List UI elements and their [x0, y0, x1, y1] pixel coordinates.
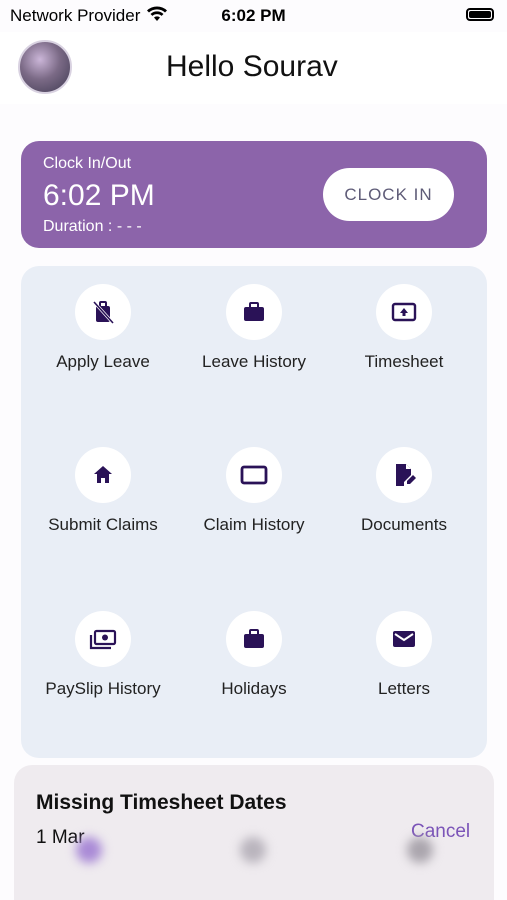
status-bar: Network Provider 6:02 PM: [0, 0, 507, 32]
avatar[interactable]: [18, 40, 72, 94]
luggage-off-icon: [75, 284, 131, 340]
menu-item-claim-history[interactable]: Claim History: [179, 429, 329, 539]
rectangle-icon: [226, 447, 282, 503]
blurred-dot-decoration: [240, 837, 266, 863]
menu-label: PaySlip History: [45, 679, 161, 698]
status-time: 6:02 PM: [221, 6, 286, 25]
briefcase-icon: [226, 611, 282, 667]
money-icon: [75, 611, 131, 667]
clock-card-duration: Duration : - - -: [43, 218, 142, 235]
menu-label: Submit Claims: [48, 515, 158, 534]
header: Hello Sourav: [0, 32, 507, 104]
clock-in-card: Clock In/Out 6:02 PM Duration : - - - CL…: [21, 141, 487, 248]
menu-item-leave-history[interactable]: Leave History: [179, 266, 329, 376]
menu-item-documents[interactable]: Documents: [329, 429, 479, 539]
home-icon: [75, 447, 131, 503]
clock-card-time: 6:02 PM: [43, 179, 155, 212]
clock-in-button[interactable]: CLOCK IN: [323, 168, 454, 221]
upload-box-icon: [376, 284, 432, 340]
blurred-dot-decoration: [76, 837, 102, 863]
menu-label: Letters: [378, 679, 430, 698]
menu-item-holidays[interactable]: Holidays: [179, 593, 329, 703]
mail-icon: [376, 611, 432, 667]
document-edit-icon: [376, 447, 432, 503]
battery-icon: [466, 8, 494, 21]
menu-label: Timesheet: [364, 352, 444, 371]
menu-item-apply-leave[interactable]: Apply Leave: [28, 266, 178, 376]
menu-label: Apply Leave: [56, 352, 150, 371]
menu-label: Claim History: [203, 515, 305, 534]
menu-label: Leave History: [202, 352, 306, 371]
clock-card-label: Clock In/Out: [43, 155, 132, 172]
missing-timesheet-title: Missing Timesheet Dates: [36, 791, 287, 814]
menu-item-timesheet[interactable]: Timesheet: [329, 266, 479, 376]
menu-label: Holidays: [221, 679, 287, 698]
menu-label: Documents: [361, 515, 447, 534]
greeting-title: Hello Sourav: [166, 50, 338, 83]
missing-timesheet-sheet: Missing Timesheet Dates 1 Mar Cancel: [14, 765, 494, 900]
menu-item-letters[interactable]: Letters: [329, 593, 479, 703]
briefcase-icon: [226, 284, 282, 340]
menu-item-submit-claims[interactable]: Submit Claims: [28, 429, 178, 539]
blurred-dot-decoration: [407, 837, 433, 863]
menu-grid: Apply Leave Leave History Timesheet Subm…: [21, 266, 487, 758]
menu-item-payslip-history[interactable]: PaySlip History: [28, 593, 178, 703]
